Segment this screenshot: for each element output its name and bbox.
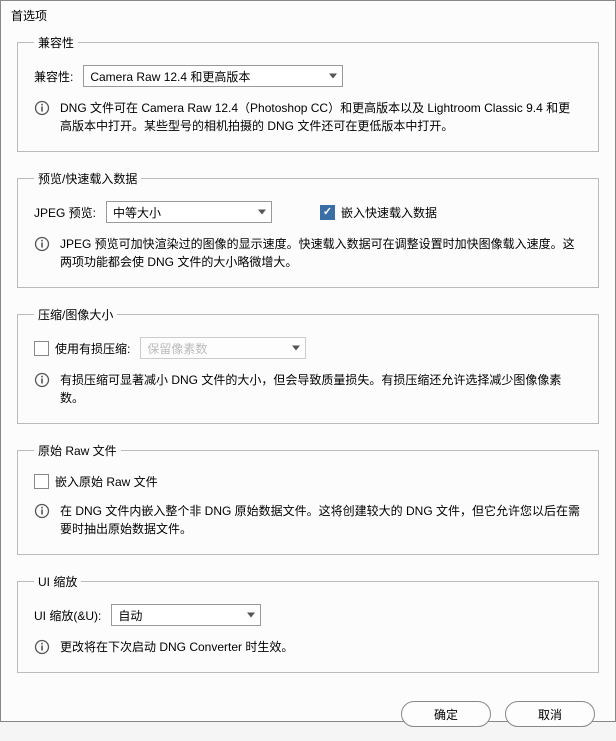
lossy-pixels-select: 保留像素数 [140,337,306,359]
jpeg-preview-select[interactable]: 中等大小 [106,201,272,223]
info-icon [34,372,50,388]
info-icon [34,236,50,252]
cancel-button[interactable]: 取消 [505,701,595,727]
ok-button[interactable]: 确定 [401,701,491,727]
info-icon [34,503,50,519]
lossy-checkbox-row[interactable]: 使用有损压缩: [34,340,130,357]
compression-group: 压缩/图像大小 使用有损压缩: 保留像素数 有损压缩可显著减小 DNG 文件的大… [17,306,599,424]
uiscale-legend: UI 缩放 [34,573,81,590]
embed-fastload-checkbox-row[interactable]: 嵌入快速载入数据 [320,204,437,221]
rawfile-info: 在 DNG 文件内嵌入整个非 DNG 原始数据文件。这将创建较大的 DNG 文件… [60,502,582,538]
info-icon [34,100,50,116]
uiscale-select[interactable]: 自动 [111,604,261,626]
lossy-label: 使用有损压缩: [55,340,130,357]
info-icon [34,639,50,655]
uiscale-info: 更改将在下次启动 DNG Converter 时生效。 [60,638,293,656]
preview-legend: 预览/快速载入数据 [34,170,141,187]
embed-raw-checkbox-row[interactable]: 嵌入原始 Raw 文件 [34,473,158,490]
content-area: 兼容性 兼容性: Camera Raw 12.4 和更高版本 DNG 文件可在 … [1,34,615,691]
preferences-window: 首选项 兼容性 兼容性: Camera Raw 12.4 和更高版本 DNG 文… [0,0,616,722]
preview-info: JPEG 预览可加快渲染过的图像的显示速度。快速载入数据可在调整设置时加快图像载… [60,235,582,271]
dialog-buttons: 确定 取消 [1,691,615,741]
lossy-checkbox[interactable] [34,341,49,356]
preview-group: 预览/快速载入数据 JPEG 预览: 中等大小 嵌入快速载入数据 JPEG 预览… [17,170,599,288]
uiscale-label: UI 缩放(&U): [34,607,101,624]
rawfile-group: 原始 Raw 文件 嵌入原始 Raw 文件 在 DNG 文件内嵌入整个非 DNG… [17,442,599,555]
embed-raw-checkbox[interactable] [34,474,49,489]
compatibility-label: 兼容性: [34,68,73,85]
compression-legend: 压缩/图像大小 [34,306,117,323]
embed-raw-label: 嵌入原始 Raw 文件 [55,473,158,490]
window-title: 首选项 [1,1,615,34]
compression-info: 有损压缩可显著减小 DNG 文件的大小，但会导致质量损失。有损压缩还允许选择减少… [60,371,582,407]
compatibility-group: 兼容性 兼容性: Camera Raw 12.4 和更高版本 DNG 文件可在 … [17,34,599,152]
compatibility-select[interactable]: Camera Raw 12.4 和更高版本 [83,65,343,87]
compatibility-info: DNG 文件可在 Camera Raw 12.4（Photoshop CC）和更… [60,99,582,135]
jpeg-preview-label: JPEG 预览: [34,204,96,221]
embed-fastload-checkbox[interactable] [320,205,335,220]
uiscale-group: UI 缩放 UI 缩放(&U): 自动 更改将在下次启动 DNG Convert… [17,573,599,673]
embed-fastload-label: 嵌入快速载入数据 [341,204,437,221]
compatibility-legend: 兼容性 [34,34,78,51]
rawfile-legend: 原始 Raw 文件 [34,442,121,459]
